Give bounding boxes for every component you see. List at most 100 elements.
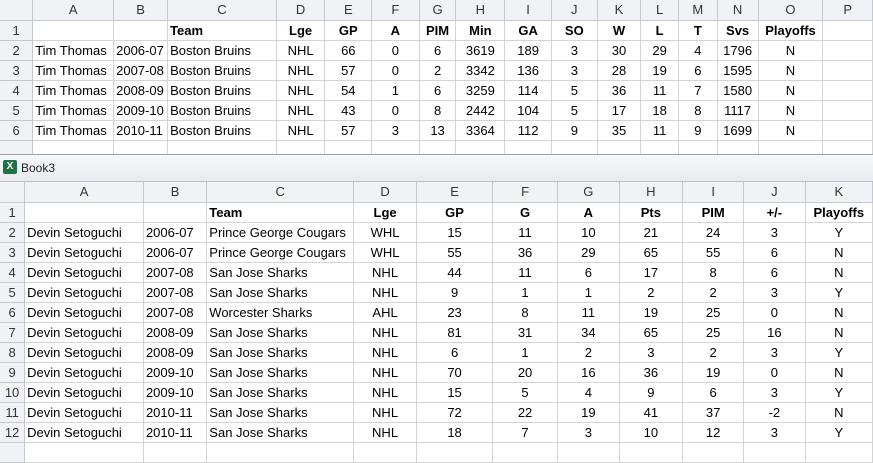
cell-e5[interactable]: 43 <box>324 100 373 121</box>
cell-k6[interactable]: N <box>805 302 873 323</box>
cell-n1[interactable]: Svs <box>717 20 759 41</box>
column-header-f[interactable]: F <box>371 0 420 21</box>
column-header-b[interactable]: B <box>113 0 169 21</box>
cell-h2[interactable]: 21 <box>619 222 684 243</box>
cell-h3[interactable]: 3342 <box>455 60 506 81</box>
cell-a6[interactable]: Devin Setoguchi <box>24 302 144 323</box>
row-header[interactable]: 11 <box>0 402 26 423</box>
empty-cell[interactable] <box>557 442 620 463</box>
cell-a5[interactable]: Tim Thomas <box>32 100 115 121</box>
cell-g7[interactable]: 34 <box>557 322 620 343</box>
cell-f2[interactable]: 0 <box>371 40 420 61</box>
cell-a10[interactable]: Devin Setoguchi <box>24 382 144 403</box>
cell-o6[interactable]: N <box>758 120 824 141</box>
cell-l4[interactable]: 11 <box>640 80 679 101</box>
cell-b3[interactable]: 2006-07 <box>143 242 208 263</box>
cell-o1[interactable]: Playoffs <box>758 20 824 41</box>
cell-f3[interactable]: 36 <box>492 242 559 263</box>
cell-n6[interactable]: 1699 <box>717 120 759 141</box>
empty-cell[interactable] <box>143 442 208 463</box>
cell-h6[interactable]: 19 <box>619 302 684 323</box>
cell-j12[interactable]: 3 <box>743 422 806 443</box>
cell-b12[interactable]: 2010-11 <box>143 422 208 443</box>
cell-o5[interactable]: N <box>758 100 824 121</box>
cell-n3[interactable]: 1595 <box>717 60 759 81</box>
cell-e4[interactable]: 44 <box>416 262 493 283</box>
column-header-n[interactable]: N <box>717 0 759 21</box>
cell-a2[interactable]: Devin Setoguchi <box>24 222 144 243</box>
cell-d5[interactable]: NHL <box>276 100 326 121</box>
row-header[interactable]: 4 <box>0 80 34 101</box>
cell-c5[interactable]: Boston Bruins <box>167 100 277 121</box>
cell-g3[interactable]: 2 <box>419 60 457 81</box>
cell-a1[interactable] <box>24 202 144 223</box>
column-header-o[interactable]: O <box>758 0 824 21</box>
cell-b6[interactable]: 2010-11 <box>113 120 169 141</box>
cell-j3[interactable]: 6 <box>743 242 806 263</box>
empty-cell[interactable] <box>619 442 684 463</box>
column-header-h[interactable]: H <box>455 0 506 21</box>
cell-d4[interactable]: NHL <box>353 262 418 283</box>
cell-d5[interactable]: NHL <box>353 282 418 303</box>
cell-e6[interactable]: 57 <box>324 120 373 141</box>
cell-e5[interactable]: 9 <box>416 282 493 303</box>
column-header-i[interactable]: I <box>682 182 745 203</box>
cell-h3[interactable]: 65 <box>619 242 684 263</box>
cell-j2[interactable]: 3 <box>551 40 598 61</box>
cell-f7[interactable]: 31 <box>492 322 559 343</box>
cell-e2[interactable]: 66 <box>324 40 373 61</box>
cell-p3[interactable] <box>822 60 873 81</box>
cell-f1[interactable]: A <box>371 20 420 41</box>
cell-h9[interactable]: 36 <box>619 362 684 383</box>
cell-i6[interactable]: 25 <box>682 302 745 323</box>
cell-b6[interactable]: 2007-08 <box>143 302 208 323</box>
cell-c8[interactable]: San Jose Sharks <box>206 342 354 363</box>
cell-i2[interactable]: 24 <box>682 222 745 243</box>
cell-e11[interactable]: 72 <box>416 402 493 423</box>
cell-b11[interactable]: 2010-11 <box>143 402 208 423</box>
cell-d6[interactable]: AHL <box>353 302 418 323</box>
cell-g3[interactable]: 29 <box>557 242 620 263</box>
row-header[interactable]: 3 <box>0 242 26 263</box>
column-header-e[interactable]: E <box>324 0 373 21</box>
cell-k1[interactable]: W <box>597 20 642 41</box>
cell-k3[interactable]: 28 <box>597 60 642 81</box>
cell-a8[interactable]: Devin Setoguchi <box>24 342 144 363</box>
cell-j4[interactable]: 5 <box>551 80 598 101</box>
cell-k2[interactable]: Y <box>805 222 873 243</box>
column-header-e[interactable]: E <box>416 182 493 203</box>
cell-h5[interactable]: 2442 <box>455 100 506 121</box>
cell-e6[interactable]: 23 <box>416 302 493 323</box>
cell-j7[interactable]: 16 <box>743 322 806 343</box>
cell-e4[interactable]: 54 <box>324 80 373 101</box>
cell-o2[interactable]: N <box>758 40 824 61</box>
cell-j6[interactable]: 0 <box>743 302 806 323</box>
cell-c6[interactable]: Boston Bruins <box>167 120 277 141</box>
empty-cell[interactable] <box>492 442 559 463</box>
cell-k3[interactable]: N <box>805 242 873 263</box>
column-header-d[interactable]: D <box>353 182 418 203</box>
cell-k5[interactable]: Y <box>805 282 873 303</box>
cell-g5[interactable]: 8 <box>419 100 457 121</box>
cell-c5[interactable]: San Jose Sharks <box>206 282 354 303</box>
cell-d6[interactable]: NHL <box>276 120 326 141</box>
cell-h4[interactable]: 3259 <box>455 80 506 101</box>
cell-c3[interactable]: Boston Bruins <box>167 60 277 81</box>
cell-g2[interactable]: 6 <box>419 40 457 61</box>
cell-c10[interactable]: San Jose Sharks <box>206 382 354 403</box>
column-header-h[interactable]: H <box>619 182 684 203</box>
cell-e1[interactable]: GP <box>416 202 493 223</box>
cell-i4[interactable]: 114 <box>504 80 552 101</box>
cell-j2[interactable]: 3 <box>743 222 806 243</box>
cell-f3[interactable]: 0 <box>371 60 420 81</box>
cell-c6[interactable]: Worcester Sharks <box>206 302 354 323</box>
cell-j5[interactable]: 5 <box>551 100 598 121</box>
cell-a7[interactable]: Devin Setoguchi <box>24 322 144 343</box>
cell-g11[interactable]: 19 <box>557 402 620 423</box>
cell-i1[interactable]: GA <box>504 20 552 41</box>
cell-e10[interactable]: 15 <box>416 382 493 403</box>
cell-c2[interactable]: Boston Bruins <box>167 40 277 61</box>
column-header-k[interactable]: K <box>597 0 642 21</box>
cell-d4[interactable]: NHL <box>276 80 326 101</box>
cell-c11[interactable]: San Jose Sharks <box>206 402 354 423</box>
